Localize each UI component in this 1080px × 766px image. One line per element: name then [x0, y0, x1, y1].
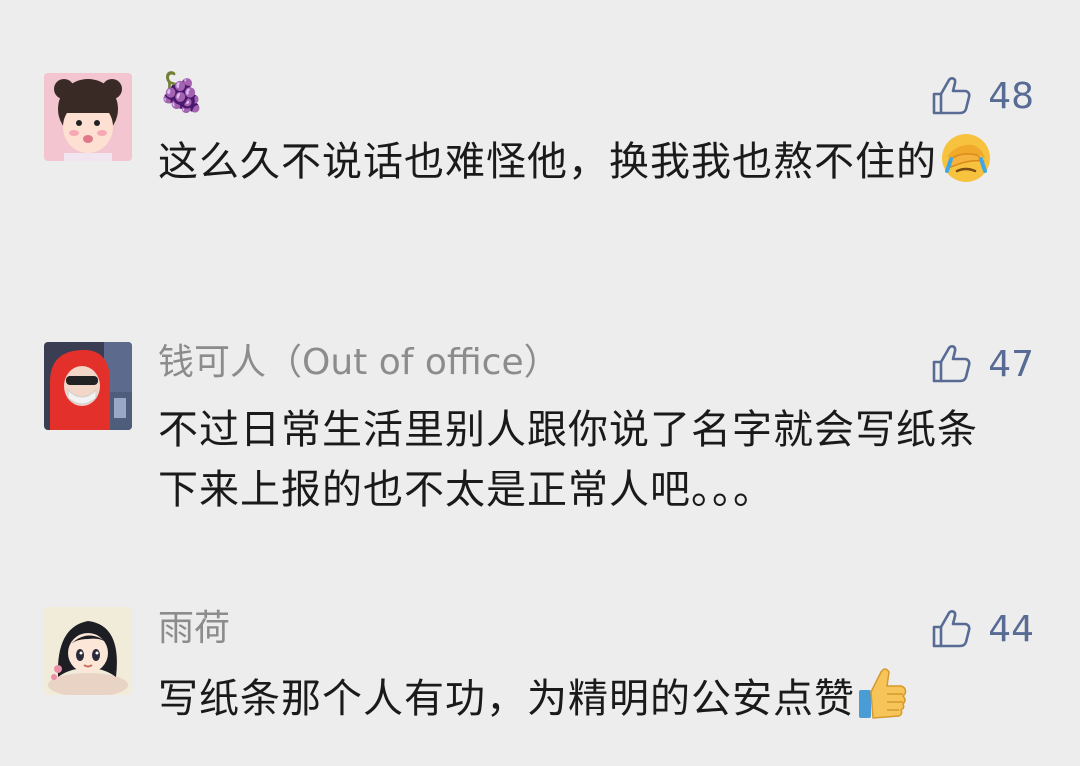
comment-text: 这么久不说话也难怪他，换我我也熬不住的: [158, 131, 1018, 192]
comment-author: 雨荷: [158, 608, 231, 649]
comment-author: 钱可人（Out of office）: [158, 342, 560, 383]
thumbs-up-outline-icon: [932, 77, 971, 115]
grape-emoji: 🍇: [158, 70, 206, 114]
avatar[interactable]: [44, 73, 132, 161]
thumbs-up-outline-icon: [932, 345, 971, 383]
like-button[interactable]: 44: [930, 605, 1034, 653]
like-button[interactable]: 48: [930, 72, 1034, 120]
comment-text-content: 写纸条那个人有功，为精明的公安点赞: [158, 676, 855, 722]
thumbs-up-outline-icon: [932, 610, 971, 648]
thumbs-up-emoji-icon: [859, 668, 907, 719]
cartoon-girl-avatar-icon: [44, 607, 132, 695]
comment-text-content: 这么久不说话也难怪他，换我我也熬不住的: [158, 139, 937, 185]
comment-author: 🍇: [158, 70, 205, 116]
like-count: 44: [988, 608, 1034, 650]
avatar[interactable]: [44, 607, 132, 695]
facepalm-emoji-icon: [942, 134, 990, 182]
avatar[interactable]: [44, 342, 132, 430]
girl-avatar-icon: [44, 73, 132, 161]
comment-text: 不过日常生活里别人跟你说了名字就会写纸条下来上报的也不太是正常人吧。。。: [158, 407, 978, 513]
comment-text: 写纸条那个人有功，为精明的公安点赞: [158, 666, 1018, 729]
red-hood-mask-avatar-icon: [44, 342, 132, 430]
like-count: 47: [988, 343, 1034, 385]
like-count: 48: [988, 75, 1034, 117]
like-button[interactable]: 47: [930, 340, 1034, 388]
